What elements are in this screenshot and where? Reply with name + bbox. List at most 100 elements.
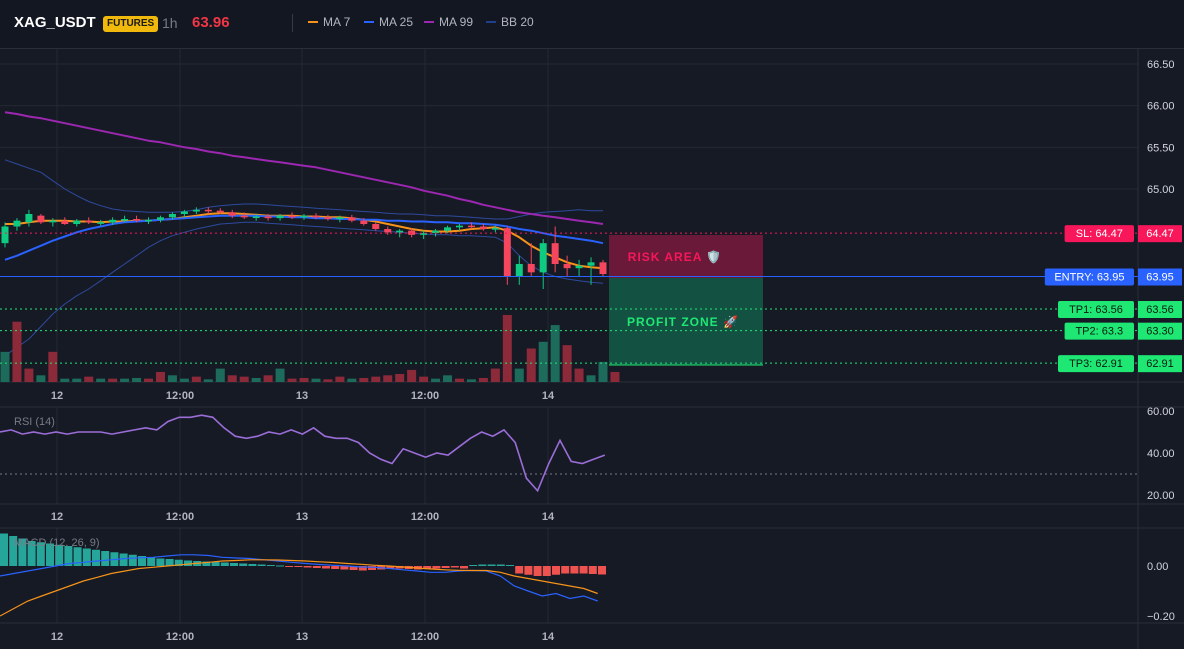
- price-tick: 65.00: [1147, 184, 1175, 196]
- macd-histogram-bar: [322, 566, 330, 569]
- volume-bar: [144, 378, 154, 382]
- macd-histogram-bar: [239, 563, 248, 566]
- macd-histogram-bar: [82, 548, 91, 566]
- time-tick: 12:00: [411, 390, 439, 402]
- macd-histogram-bar: [128, 554, 137, 566]
- volume-bar: [359, 377, 369, 382]
- macd-histogram-bar: [441, 566, 450, 568]
- candle-body: [348, 217, 356, 221]
- chart-canvas[interactable]: RISK AREA 🛡️ PROFIT ZONE 🚀 RSI (14) 60.00…: [0, 0, 1184, 649]
- volume-bar: [287, 378, 297, 382]
- volume-bar: [538, 341, 548, 382]
- candle-body: [396, 230, 404, 233]
- time-tick: 14: [542, 511, 555, 523]
- macd-tick: 0.00: [1147, 561, 1168, 573]
- macd-histogram-bar: [156, 558, 165, 566]
- candle-body: [37, 215, 45, 223]
- volume-bar: [478, 377, 488, 382]
- candle-body: [61, 220, 69, 224]
- volume-bar: [215, 368, 225, 382]
- level-tag-label: TP3: 62.91: [1069, 358, 1123, 370]
- volume-bar: [598, 361, 608, 382]
- volume-bar: [323, 379, 333, 382]
- macd-histogram-bar: [285, 566, 294, 567]
- macd-histogram-bar: [248, 564, 257, 566]
- price-tick: 66.50: [1147, 59, 1175, 71]
- volume-bar: [299, 377, 309, 382]
- candle-body: [216, 210, 224, 213]
- candle-body: [73, 220, 81, 224]
- level-tag-label: TP1: 63.56: [1069, 304, 1123, 316]
- macd-histogram-bar: [533, 566, 542, 576]
- macd-histogram-bar: [506, 565, 514, 566]
- macd-histogram-bar: [119, 553, 128, 566]
- macd-histogram-bar: [220, 562, 229, 566]
- candle-body: [228, 212, 236, 216]
- time-tick: 13: [296, 511, 308, 523]
- time-tick: 14: [542, 631, 555, 643]
- candle-body: [145, 219, 153, 222]
- macd-histogram-bar: [561, 566, 570, 574]
- chart-background: [0, 49, 1184, 649]
- candle-body: [312, 215, 320, 218]
- volume-bar: [0, 351, 10, 382]
- macd-histogram-bar: [331, 566, 340, 569]
- volume-bar: [574, 368, 584, 382]
- candle-body: [575, 265, 583, 269]
- candle-body: [240, 215, 248, 218]
- time-tick: 12:00: [411, 511, 439, 523]
- macd-histogram-bar: [92, 549, 100, 566]
- macd-histogram-bar: [579, 566, 588, 574]
- macd-histogram-bar: [432, 566, 441, 569]
- level-tag-label: ENTRY: 63.95: [1054, 272, 1124, 284]
- price-axis-tag-label: 62.91: [1146, 358, 1174, 370]
- price-tick: 66.00: [1147, 101, 1175, 113]
- candle-body: [276, 215, 284, 219]
- volume-bar: [347, 378, 357, 382]
- risk-area-label: RISK AREA 🛡️: [628, 250, 722, 264]
- volume-bar: [84, 376, 94, 382]
- candle-body: [455, 225, 463, 228]
- volume-bar: [586, 375, 596, 382]
- volume-bar: [550, 325, 560, 382]
- candle-body: [252, 216, 260, 218]
- volume-bar: [335, 376, 345, 382]
- volume-bar: [191, 376, 201, 382]
- candle-body: [360, 220, 368, 224]
- volume-bar: [371, 376, 381, 382]
- time-tick: 12: [51, 511, 63, 523]
- macd-histogram-bar: [0, 533, 8, 566]
- volume-bar: [227, 375, 237, 382]
- rsi-title: RSI (14): [14, 416, 55, 428]
- macd-histogram-bar: [184, 560, 192, 566]
- profit-zone-label: PROFIT ZONE 🚀: [627, 315, 739, 329]
- candle-body: [527, 264, 535, 273]
- macd-histogram-bar: [211, 562, 220, 566]
- volume-bar: [454, 378, 464, 382]
- macd-histogram-bar: [294, 566, 303, 567]
- volume-bar: [431, 378, 441, 382]
- macd-histogram-bar: [570, 566, 579, 574]
- candle-body: [109, 219, 117, 223]
- macd-histogram-bar: [478, 564, 487, 566]
- candle-body: [204, 209, 212, 212]
- volume-bar: [60, 378, 70, 382]
- macd-histogram-bar: [598, 566, 606, 575]
- candle-body: [1, 226, 9, 244]
- candle-body: [372, 224, 380, 229]
- candle-body: [168, 214, 176, 218]
- volume-bar: [275, 368, 285, 382]
- macd-histogram-bar: [101, 551, 110, 566]
- candle-body: [503, 228, 511, 277]
- volume-bar: [96, 378, 106, 382]
- volume-bar: [466, 379, 476, 382]
- volume-bar: [514, 368, 524, 382]
- candle-body: [491, 228, 499, 230]
- volume-bar: [48, 351, 58, 382]
- volume-bar: [263, 375, 273, 382]
- volume-bar: [167, 375, 177, 382]
- rsi-tick: 20.00: [1147, 490, 1175, 502]
- candle-body: [97, 222, 105, 224]
- candle-body: [264, 216, 272, 219]
- macd-histogram-bar: [552, 566, 560, 575]
